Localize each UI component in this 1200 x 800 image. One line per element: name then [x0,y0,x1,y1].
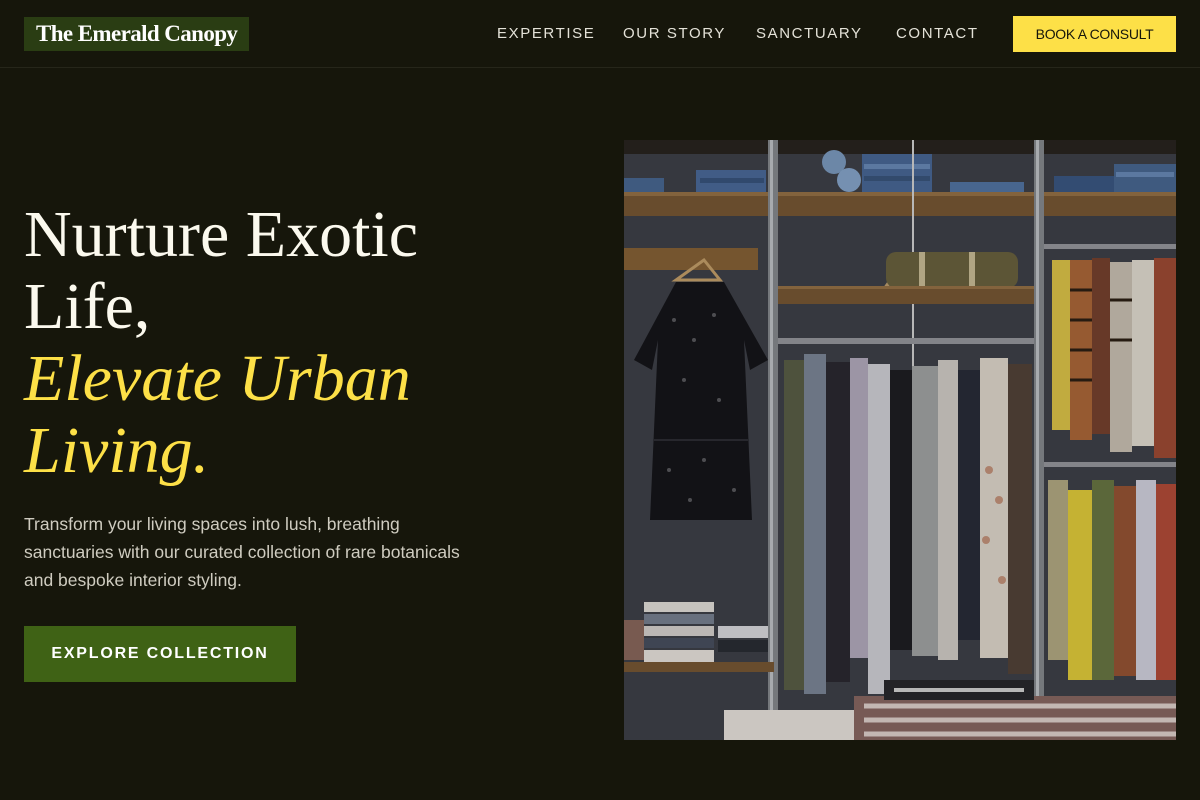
nav-link-expertise[interactable]: EXPERTISE [497,24,595,44]
hero-description: Transform your living spaces into lush, … [24,514,460,590]
hero-title-line-1: Nurture Exotic [24,198,419,271]
hero-title: Nurture Exotic Life, Elevate Urban Livin… [24,199,524,487]
explore-collection-button[interactable]: EXPLORE COLLECTION [24,626,296,682]
wardrobe-photo [624,140,1176,740]
nav-link-our-story[interactable]: OUR STORY [623,24,726,44]
site-header: The Emerald Canopy EXPERTISE OUR STORY S… [0,0,1200,68]
nav-link-sanctuary[interactable]: SANCTUARY [756,24,863,44]
hero-title-accent-line-2: Living. [24,414,210,487]
hero-image [624,140,1176,740]
nav-link-contact[interactable]: CONTACT [896,24,979,44]
hero-title-accent-line-1: Elevate Urban [24,342,411,415]
book-consult-button[interactable]: BOOK A CONSULT [1013,16,1176,52]
hero-title-line-2: Life, [24,270,151,343]
